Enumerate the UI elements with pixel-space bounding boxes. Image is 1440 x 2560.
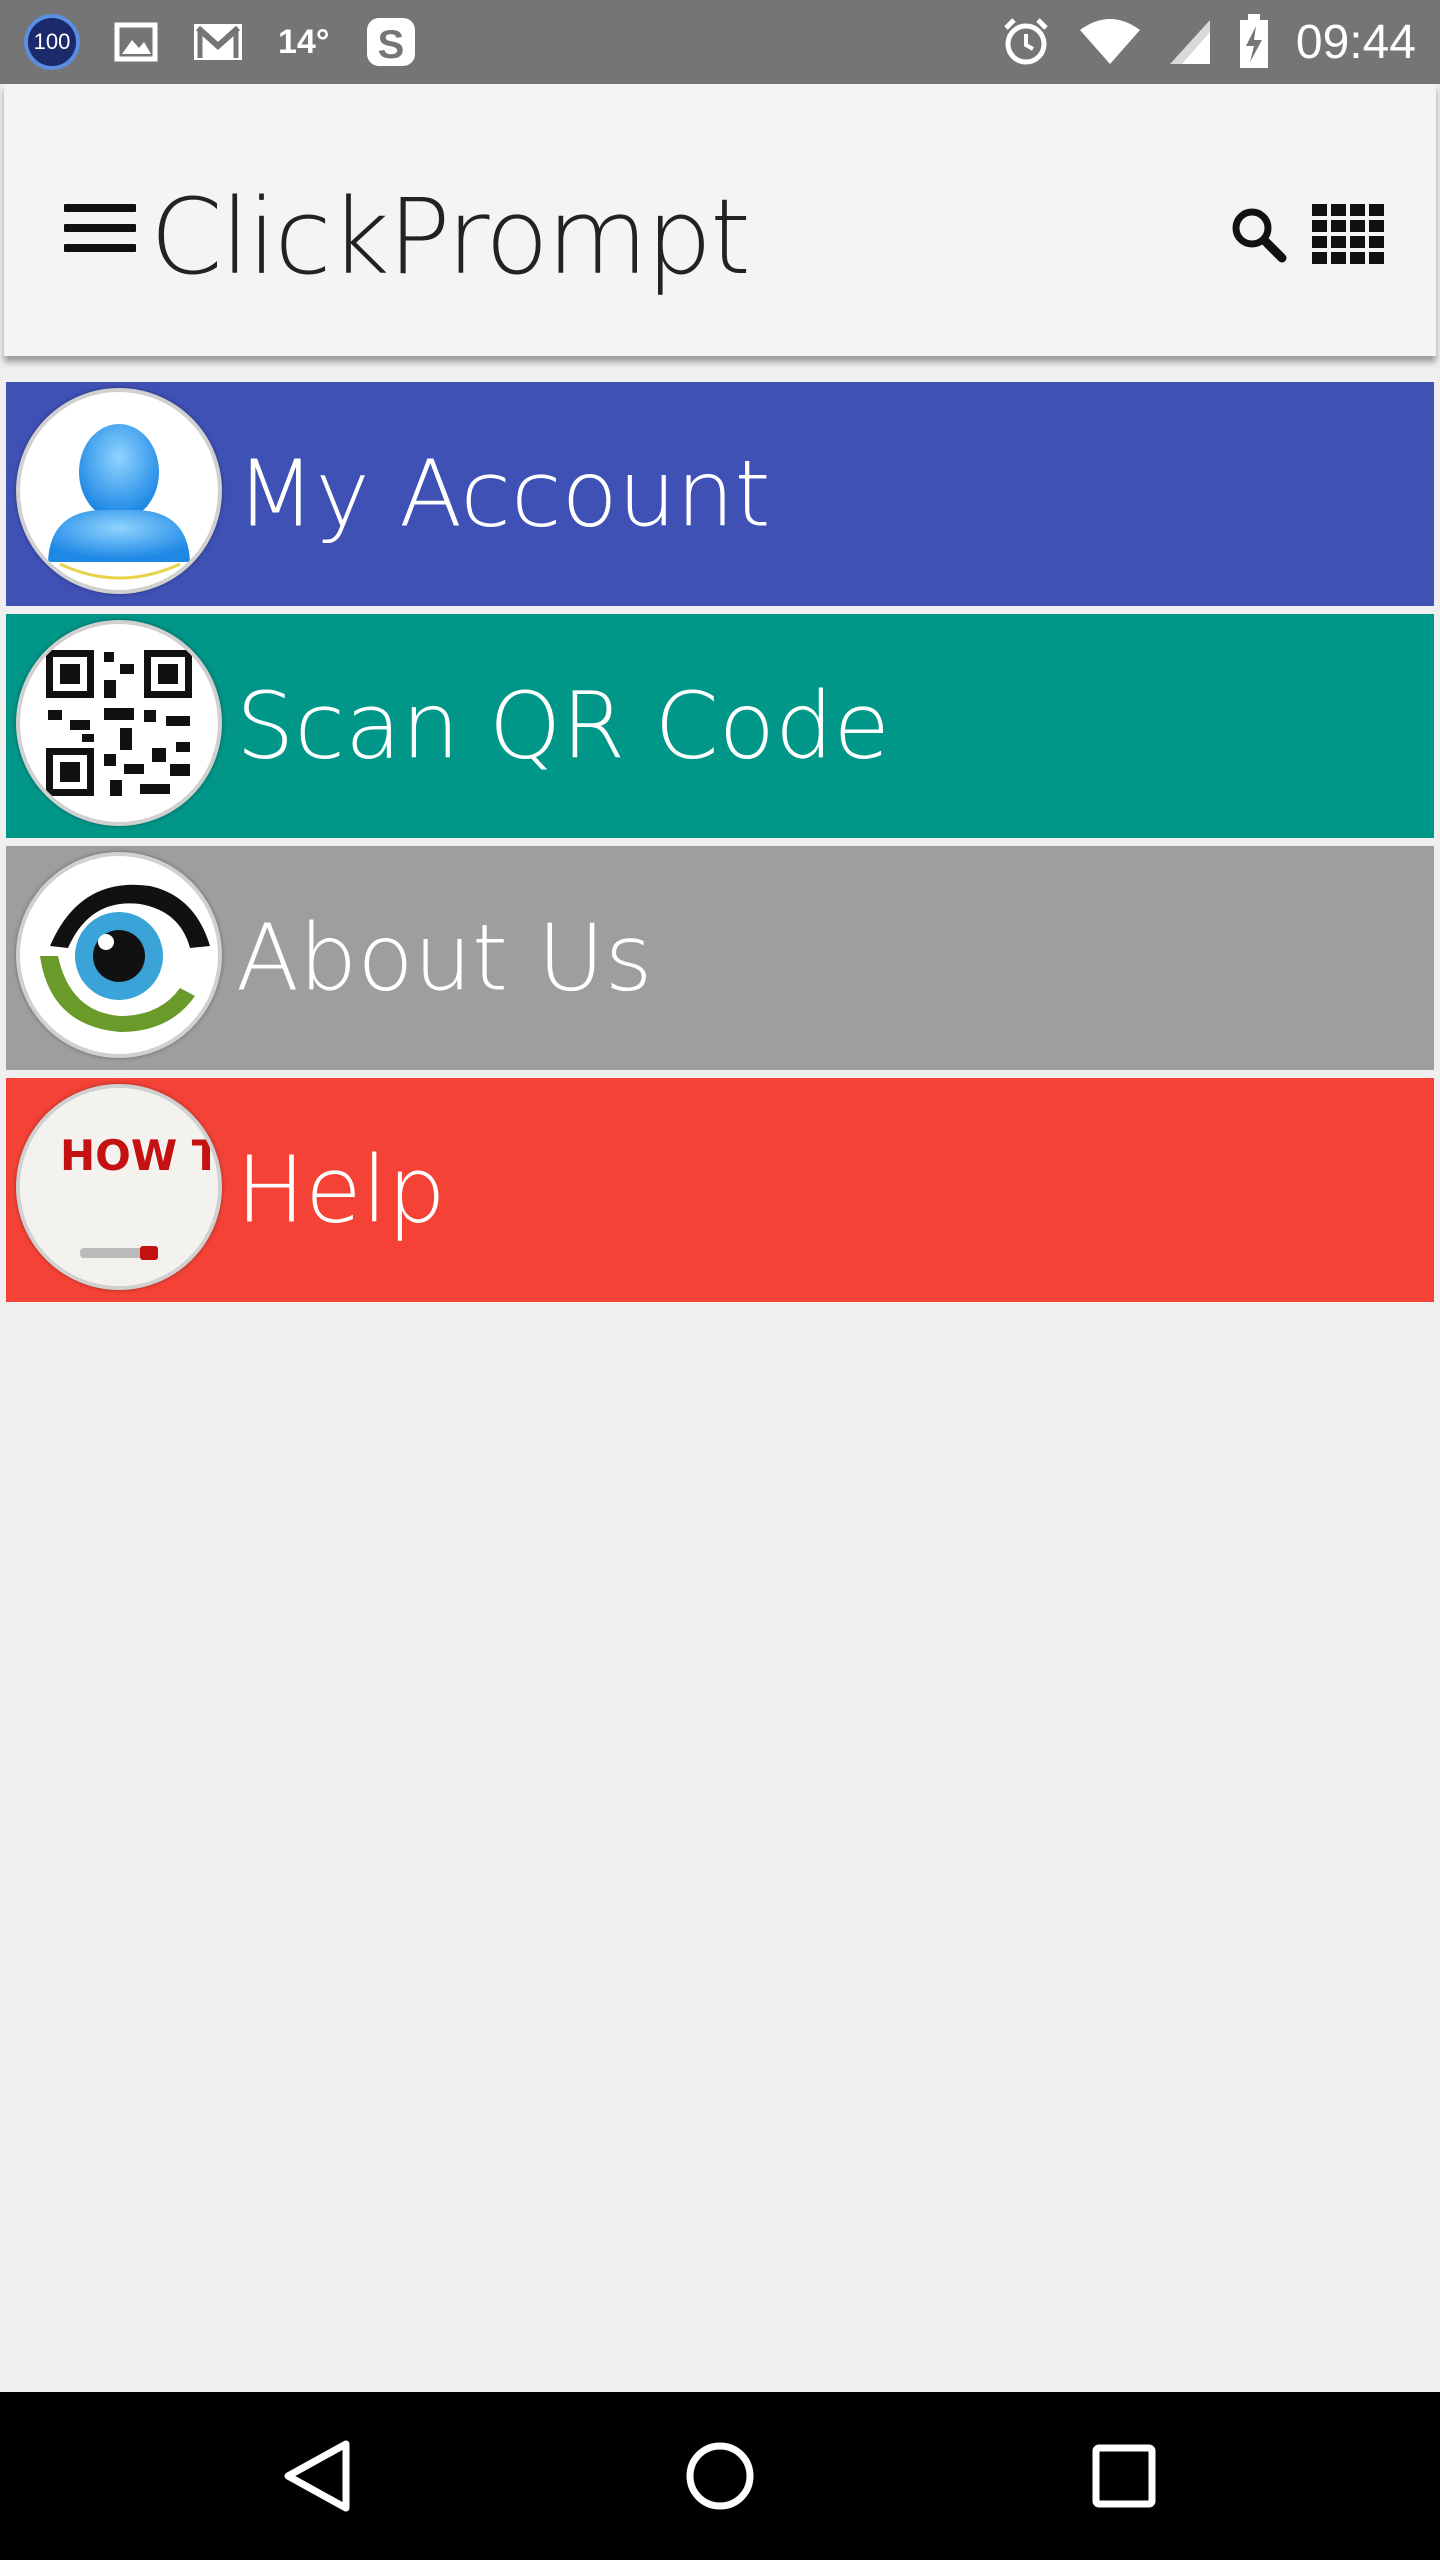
battery-charging-icon <box>1239 14 1268 68</box>
menu-icon[interactable] <box>64 204 136 264</box>
svg-text:S: S <box>378 23 405 67</box>
how-to-icon: HOW TO... <box>16 1084 222 1290</box>
app-bar: ClickPrompt <box>4 84 1436 356</box>
signal-icon <box>1169 20 1210 64</box>
menu-item-my-account[interactable]: My Account <box>6 382 1434 606</box>
notification-count-badge: 100 <box>24 14 80 70</box>
menu-item-about-us[interactable]: About Us <box>6 846 1434 1070</box>
back-button[interactable] <box>276 2434 360 2518</box>
grid-icon[interactable] <box>1312 204 1384 264</box>
status-clock: 09:44 <box>1295 15 1416 69</box>
home-button[interactable] <box>678 2434 762 2518</box>
search-icon[interactable] <box>1228 204 1288 264</box>
status-bar: 100 14° S 09:44 <box>0 0 1440 84</box>
menu-item-label: Help <box>236 1136 446 1244</box>
temperature-indicator: 14° <box>278 22 330 61</box>
wifi-icon <box>1079 19 1140 64</box>
image-icon <box>114 22 158 62</box>
how-to-text: HOW TO... <box>60 1131 218 1180</box>
qr-code-icon <box>16 620 222 826</box>
svg-text:HOW TO...: HOW TO... <box>60 1131 218 1180</box>
app-title: ClickPrompt <box>150 176 751 298</box>
eye-icon <box>16 852 222 1058</box>
user-icon <box>16 388 222 594</box>
alarm-icon <box>1004 18 1048 65</box>
menu-item-label: Scan QR Code <box>236 672 891 780</box>
menu-item-label: About Us <box>236 904 653 1012</box>
recents-button[interactable] <box>1082 2434 1166 2518</box>
menu-item-scan-qr-code[interactable]: Scan QR Code <box>6 614 1434 838</box>
menu-item-help[interactable]: HOW TO... Help <box>6 1078 1434 1302</box>
gmail-icon <box>194 24 242 60</box>
menu-item-label: My Account <box>236 440 771 548</box>
navigation-bar <box>0 2392 1440 2560</box>
skype-icon: S <box>367 18 416 67</box>
